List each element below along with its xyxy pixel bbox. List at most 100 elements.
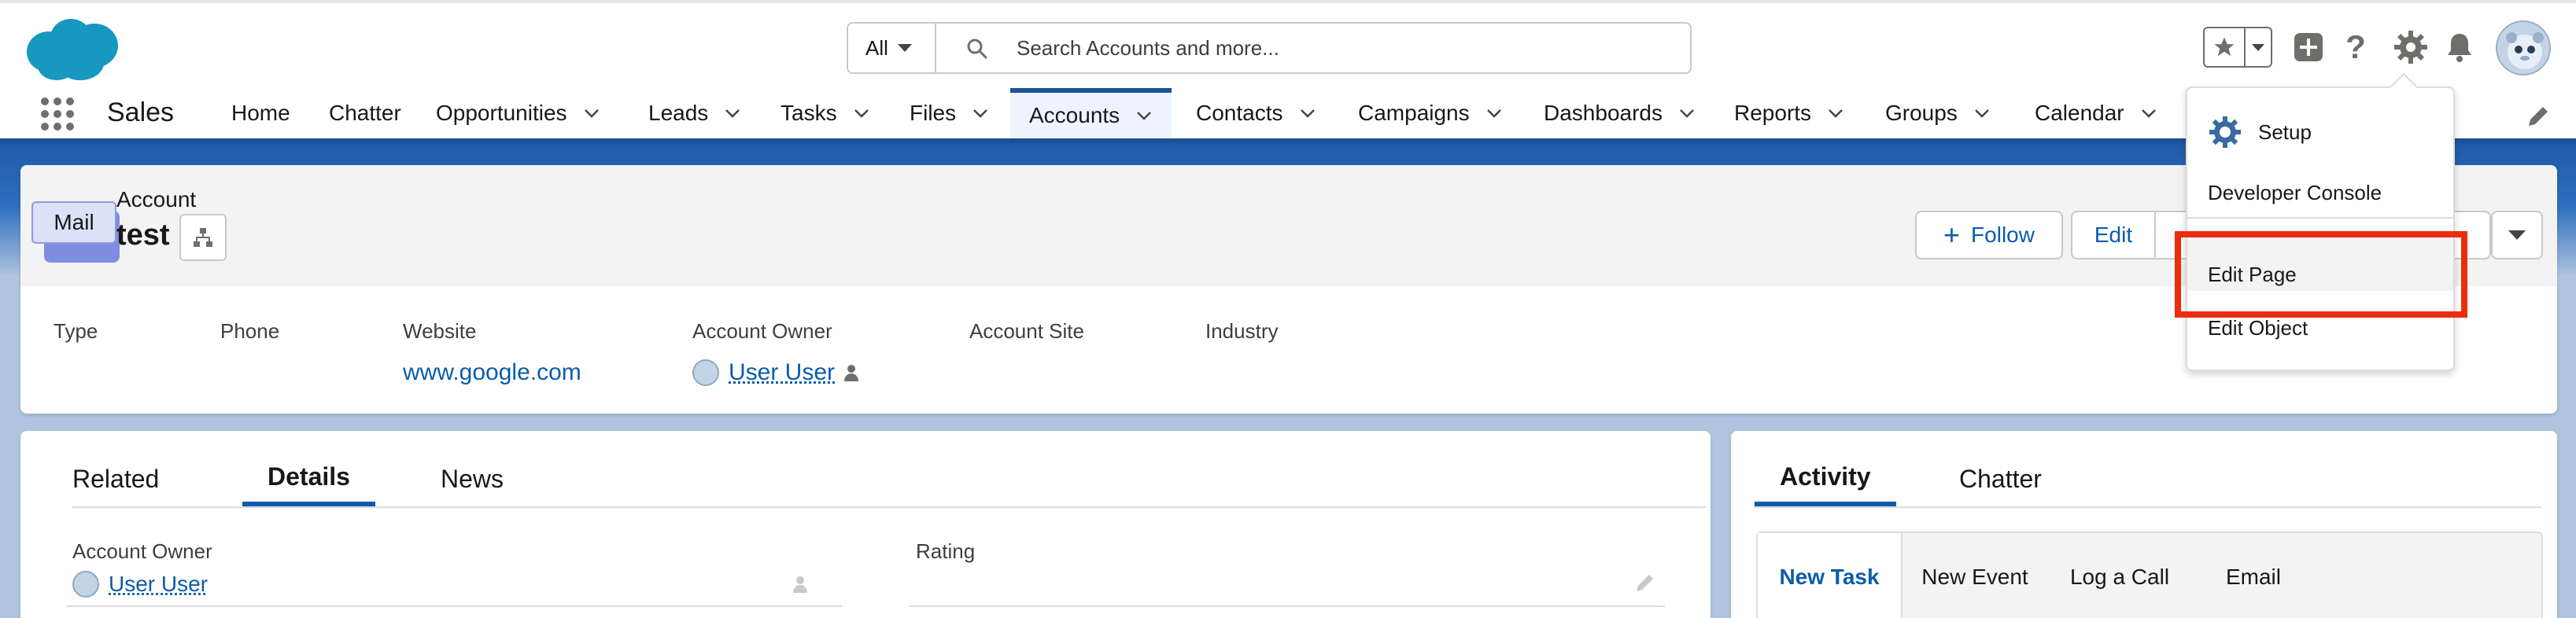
owner-link[interactable]: User User — [729, 359, 835, 386]
view-hierarchy-button[interactable] — [179, 214, 227, 261]
search-scope-label: All — [865, 35, 888, 60]
global-search[interactable]: All Search Accounts and more... — [847, 22, 1692, 74]
follow-button[interactable]: + Follow — [1915, 211, 2063, 259]
star-icon[interactable] — [2205, 28, 2246, 66]
chevron-down-icon[interactable] — [1827, 105, 1844, 122]
nav-item-label: Campaigns — [1358, 101, 1470, 125]
owner-avatar — [692, 359, 719, 386]
add-icon — [2294, 33, 2323, 61]
chevron-down-icon[interactable] — [724, 105, 741, 122]
app-launcher-icon[interactable] — [39, 96, 76, 132]
chevron-down-icon[interactable] — [972, 105, 989, 122]
tab-news[interactable]: News — [441, 451, 504, 506]
nav-item-leads[interactable]: Leads — [648, 88, 741, 138]
edit-label: Edit — [2094, 223, 2133, 247]
nav-item-label: Reports — [1734, 101, 1812, 125]
menu-item-label: Setup — [2258, 120, 2312, 144]
nav-item-tasks[interactable]: Tasks — [781, 88, 870, 138]
search-scope-select[interactable]: All — [848, 24, 936, 72]
pencil-icon[interactable] — [2526, 104, 2551, 129]
nav-item-campaigns[interactable]: Campaigns — [1358, 88, 1503, 138]
favorites-button[interactable] — [2203, 27, 2272, 68]
nav-item-dashboards[interactable]: Dashboards — [1544, 88, 1696, 138]
chevron-down-icon[interactable] — [1135, 107, 1153, 124]
chevron-down-icon[interactable] — [1299, 105, 1316, 122]
owner-link[interactable]: User User — [109, 572, 208, 597]
highlight-website: Website www.google.com — [403, 319, 581, 386]
chevron-down-icon[interactable] — [2140, 105, 2157, 122]
nav-item-calendar[interactable]: Calendar — [2035, 88, 2157, 138]
setup-menu: Setup Developer Console Edit Page Edit O… — [2186, 86, 2455, 371]
tab-label: Log a Call — [2069, 565, 2170, 589]
annotation-highlight-box — [2175, 231, 2467, 318]
chevron-down-icon[interactable] — [583, 105, 600, 122]
more-actions-button[interactable] — [2491, 211, 2543, 259]
field-value: User User — [72, 571, 208, 598]
change-owner-icon[interactable] — [843, 362, 863, 383]
field-divider — [66, 605, 842, 607]
notifications-button[interactable] — [2439, 27, 2480, 68]
global-actions-button[interactable] — [2288, 27, 2329, 68]
menu-item-developer-console[interactable]: Developer Console — [2208, 181, 2382, 205]
nav-item-groups[interactable]: Groups — [1885, 88, 1991, 138]
search-input[interactable]: Search Accounts and more... — [1017, 36, 1279, 61]
nav-item-files[interactable]: Files — [910, 88, 989, 138]
plus-icon: + — [1943, 219, 1961, 251]
tab-new-task[interactable]: New Task — [1758, 533, 1902, 618]
chevron-down-icon[interactable] — [1678, 105, 1696, 122]
tab-label: Details — [268, 462, 350, 491]
astro-avatar-icon — [2506, 32, 2544, 69]
nav-item-label: Calendar — [2035, 101, 2124, 125]
record-detail-panel: Related Details News Account Owner User … — [20, 431, 1711, 618]
highlight-account-owner: Account Owner User User — [692, 319, 863, 386]
edit-button[interactable]: Edit — [2071, 211, 2156, 259]
field-label: Rating — [916, 539, 976, 563]
highlight-label: Type — [54, 319, 98, 343]
tab-chatter[interactable]: Chatter — [1959, 451, 2042, 506]
tab-label: News — [441, 464, 504, 493]
nav-item-label: Leads — [648, 101, 709, 125]
nav-item-opportunities[interactable]: Opportunities — [436, 88, 600, 138]
menu-item-edit-object[interactable]: Edit Object — [2208, 316, 2308, 340]
nav-item-chatter[interactable]: Chatter — [329, 88, 401, 138]
mail-badge[interactable]: Mail — [31, 201, 116, 244]
tab-label: Related — [72, 464, 160, 493]
highlight-label: Industry — [1205, 319, 1279, 343]
tab-label: Email — [2225, 565, 2281, 589]
salesforce-logo-icon[interactable] — [25, 17, 120, 82]
activity-tabs: Activity Chatter — [1755, 451, 2541, 508]
nav-item-home[interactable]: Home — [231, 88, 290, 138]
tab-label: New Task — [1779, 565, 1880, 589]
tab-activity[interactable]: Activity — [1755, 451, 1896, 506]
nav-item-label: Accounts — [1029, 103, 1120, 127]
favorites-dropdown[interactable] — [2246, 28, 2271, 66]
user-avatar[interactable] — [2496, 20, 2551, 75]
chevron-down-icon[interactable] — [1485, 105, 1503, 122]
tab-related[interactable]: Related — [72, 451, 159, 506]
help-button[interactable]: ? — [2335, 27, 2376, 68]
setup-button[interactable] — [2390, 27, 2431, 68]
nav-item-reports[interactable]: Reports — [1734, 88, 1844, 138]
tab-log-a-call[interactable]: Log a Call — [2047, 533, 2192, 618]
nav-item-accounts[interactable]: Accounts — [1010, 88, 1172, 138]
tab-new-event[interactable]: New Event — [1902, 533, 2047, 618]
nav-item-contacts[interactable]: Contacts — [1196, 88, 1316, 138]
search-icon — [967, 39, 987, 59]
bell-icon — [2448, 34, 2471, 62]
nav-item-label: Contacts — [1196, 101, 1283, 125]
nav-item-label: Home — [231, 101, 290, 125]
owner-avatar — [72, 571, 99, 598]
chevron-down-icon[interactable] — [853, 105, 870, 122]
nav-item-label: Files — [910, 101, 957, 125]
pencil-icon[interactable] — [1633, 571, 1657, 594]
website-link[interactable]: www.google.com — [403, 359, 581, 386]
highlight-industry: Industry — [1205, 319, 1279, 344]
menu-item-setup[interactable]: Setup — [2208, 115, 2312, 149]
nav-item-label: Opportunities — [436, 101, 567, 125]
nav-item-label: Chatter — [329, 101, 401, 125]
tab-details[interactable]: Details — [242, 451, 375, 506]
tab-email[interactable]: Email — [2192, 533, 2315, 618]
chevron-down-icon — [897, 44, 912, 52]
chevron-down-icon[interactable] — [1973, 105, 1991, 122]
change-owner-icon[interactable] — [792, 574, 812, 594]
